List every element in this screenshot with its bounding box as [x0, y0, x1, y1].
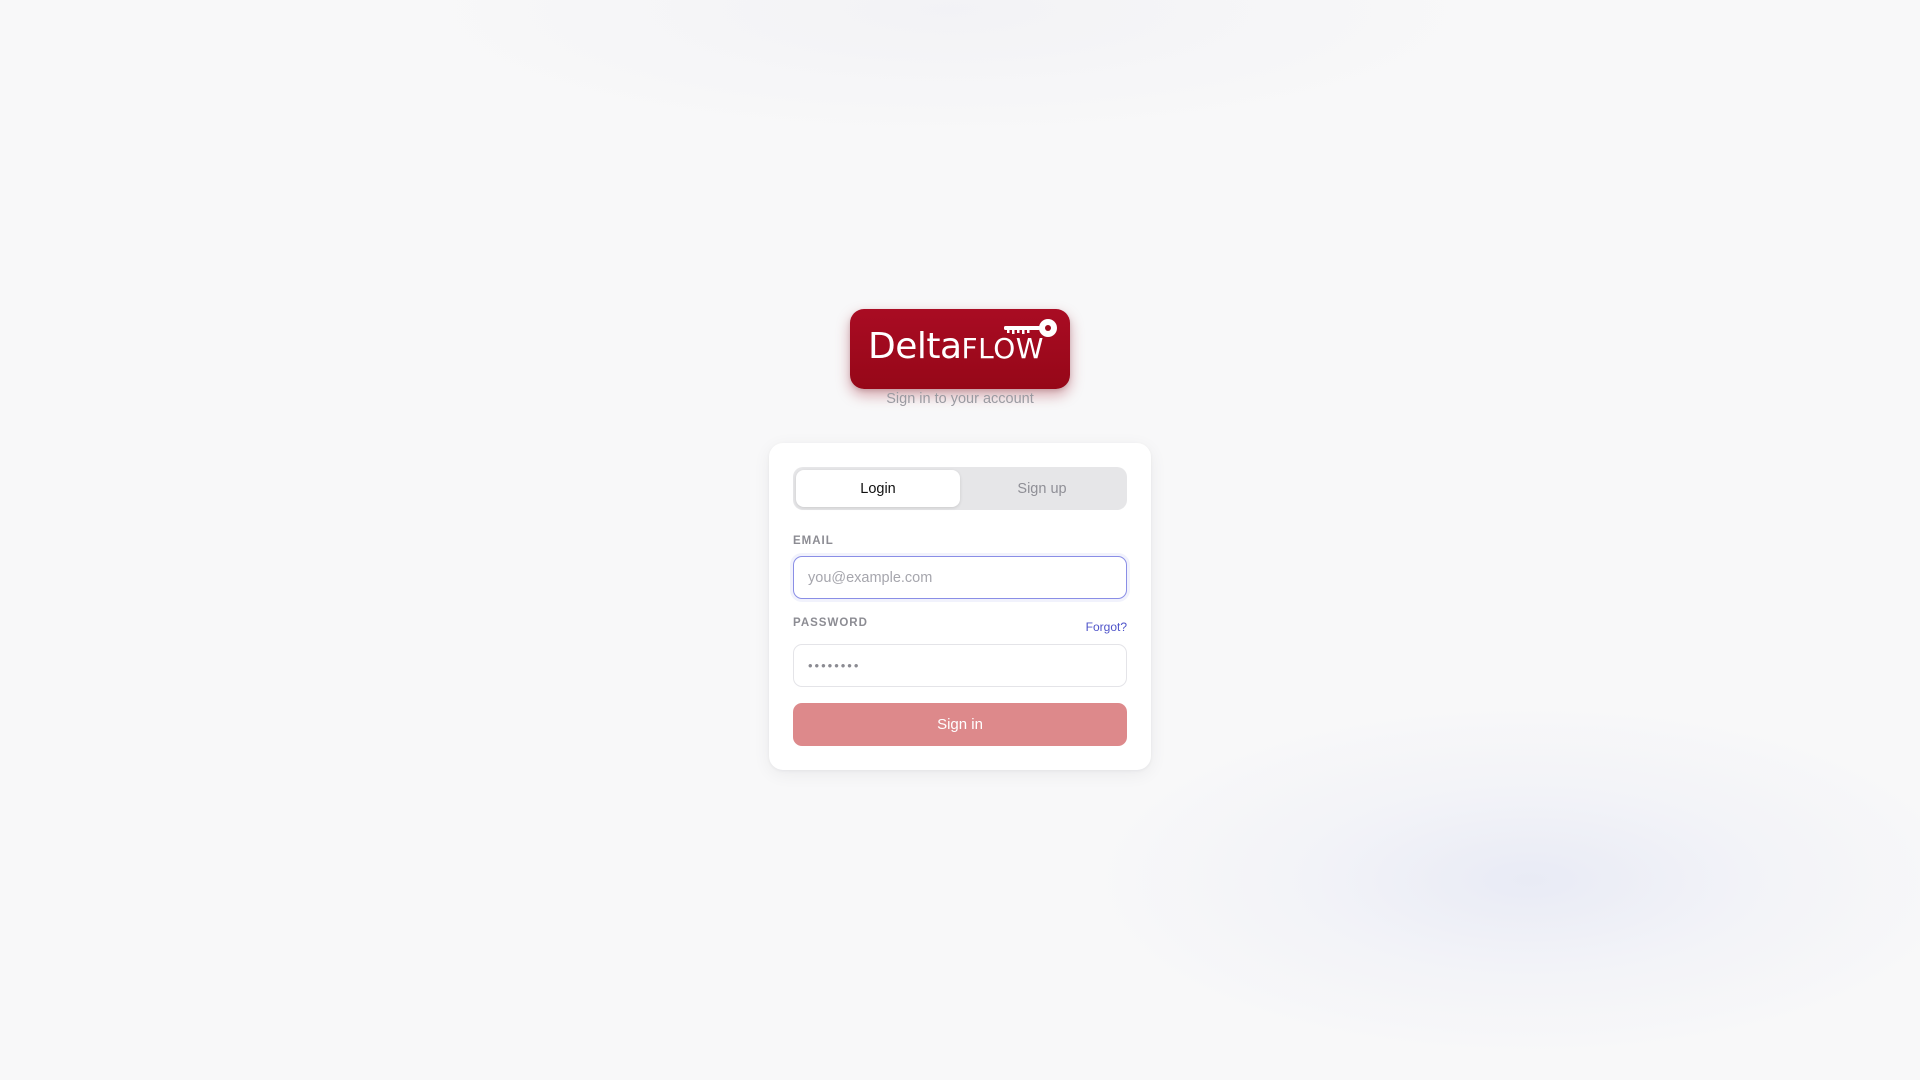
background-glow-top: [400, 0, 1500, 140]
tab-signup[interactable]: Sign up: [960, 470, 1124, 507]
deltaflow-logo: DeltaFLOW: [850, 309, 1070, 389]
key-icon: [1004, 319, 1057, 337]
login-card: Login Sign up EMAIL PASSWORD Forgot? •••…: [769, 443, 1151, 770]
logo-text-delta: Delta: [868, 326, 962, 367]
tab-login[interactable]: Login: [796, 470, 960, 507]
email-label: EMAIL: [793, 535, 834, 547]
auth-tabs: Login Sign up: [793, 467, 1127, 510]
page-subtitle: Sign in to your account: [886, 391, 1034, 407]
forgot-password-link[interactable]: Forgot?: [1086, 620, 1127, 634]
password-input[interactable]: ••••••••: [793, 644, 1127, 687]
sign-in-button[interactable]: Sign in: [793, 703, 1127, 746]
background-glow: [1080, 700, 1920, 1060]
password-label: PASSWORD: [793, 617, 868, 629]
email-input[interactable]: [793, 556, 1127, 599]
